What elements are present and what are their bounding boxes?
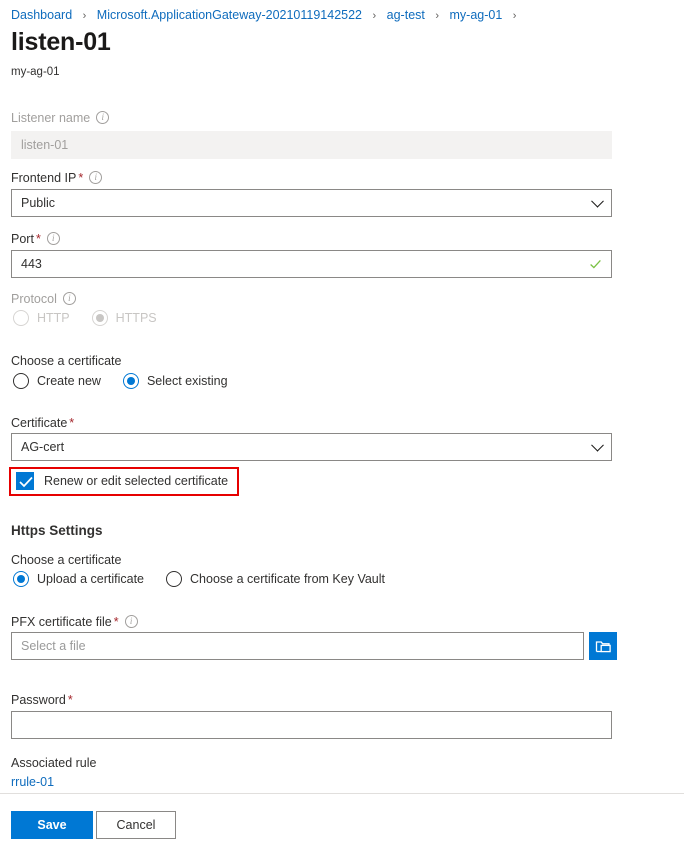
required-marker: * [78, 171, 83, 185]
required-marker: * [68, 693, 73, 707]
breadcrumb-item-resource-group[interactable]: Microsoft.ApplicationGateway-20210119142… [97, 8, 362, 22]
footer-divider [0, 793, 684, 794]
radio-icon [13, 373, 29, 389]
choose-certificate-option-select-existing-label: Select existing [147, 374, 228, 388]
required-marker: * [36, 232, 41, 246]
breadcrumb-item-ag-test[interactable]: ag-test [387, 8, 425, 22]
listener-name-label: Listener name [11, 110, 109, 126]
protocol-option-http: HTTP [13, 310, 70, 326]
radio-icon [92, 310, 108, 326]
protocol-option-https-label: HTTPS [116, 311, 157, 325]
password-input[interactable] [11, 711, 612, 739]
port-value: 443 [21, 251, 42, 277]
password-label: Password* [11, 692, 73, 708]
choose-certificate-option-create-new[interactable]: Create new [13, 373, 101, 389]
required-marker: * [114, 615, 119, 629]
browse-file-button[interactable] [589, 632, 617, 660]
frontend-ip-label: Frontend IP* [11, 170, 102, 186]
https-option-upload-certificate-label: Upload a certificate [37, 572, 144, 586]
breadcrumb-separator: › [83, 10, 87, 22]
breadcrumb: Dashboard › Microsoft.ApplicationGateway… [11, 7, 523, 24]
renew-certificate-checkbox-label: Renew or edit selected certificate [44, 474, 228, 488]
https-settings-heading: Https Settings [11, 523, 103, 538]
checkbox-icon [16, 472, 34, 490]
protocol-option-http-label: HTTP [37, 311, 70, 325]
pfx-file-input[interactable]: Select a file [11, 632, 584, 660]
listener-name-input: listen-01 [11, 131, 612, 159]
certificate-select[interactable]: AG-cert [11, 433, 612, 461]
protocol-radio-group: HTTP HTTPS [13, 310, 157, 326]
breadcrumb-separator: › [435, 10, 439, 22]
info-icon[interactable] [96, 111, 109, 124]
breadcrumb-item-dashboard[interactable]: Dashboard [11, 8, 72, 22]
choose-certificate-label: Choose a certificate [11, 353, 121, 369]
frontend-ip-label-text: Frontend IP [11, 171, 76, 185]
certificate-label: Certificate* [11, 415, 74, 431]
info-icon[interactable] [125, 615, 138, 628]
save-button[interactable]: Save [11, 811, 93, 839]
required-marker: * [69, 416, 74, 430]
associated-rule-label-text: Associated rule [11, 756, 96, 770]
password-label-text: Password [11, 693, 66, 707]
protocol-option-https: HTTPS [92, 310, 157, 326]
folder-icon [595, 639, 612, 654]
associated-rule-link[interactable]: rrule-01 [11, 775, 54, 789]
valid-check-icon [589, 258, 602, 271]
choose-certificate-label-text: Choose a certificate [11, 354, 121, 368]
breadcrumb-separator: › [513, 10, 517, 22]
cancel-button[interactable]: Cancel [96, 811, 176, 839]
listener-name-value: listen-01 [21, 132, 68, 158]
certificate-value: AG-cert [21, 434, 64, 460]
https-option-key-vault[interactable]: Choose a certificate from Key Vault [166, 571, 385, 587]
choose-certificate-radio-group: Create new Select existing [13, 373, 228, 389]
breadcrumb-item-my-ag-01[interactable]: my-ag-01 [450, 8, 503, 22]
pfx-file-label: PFX certificate file* [11, 614, 138, 630]
page-subtitle: my-ag-01 [11, 64, 60, 80]
frontend-ip-value: Public [21, 190, 55, 216]
radio-icon [166, 571, 182, 587]
info-icon[interactable] [89, 171, 102, 184]
radio-icon [13, 310, 29, 326]
certificate-label-text: Certificate [11, 416, 67, 430]
https-option-upload-certificate[interactable]: Upload a certificate [13, 571, 144, 587]
port-label-text: Port [11, 232, 34, 246]
https-choose-certificate-radio-group: Upload a certificate Choose a certificat… [13, 571, 385, 587]
associated-rule-label: Associated rule [11, 755, 96, 771]
listener-name-label-text: Listener name [11, 111, 90, 125]
https-option-key-vault-label: Choose a certificate from Key Vault [190, 572, 385, 586]
chevron-down-icon [591, 439, 604, 452]
chevron-down-icon [591, 195, 604, 208]
port-input[interactable]: 443 [11, 250, 612, 278]
https-choose-certificate-label-text: Choose a certificate [11, 553, 121, 567]
frontend-ip-select[interactable]: Public [11, 189, 612, 217]
choose-certificate-option-create-new-label: Create new [37, 374, 101, 388]
https-choose-certificate-label: Choose a certificate [11, 552, 121, 568]
pfx-file-placeholder: Select a file [21, 633, 86, 659]
page-title: listen-01 [11, 26, 111, 58]
pfx-file-label-text: PFX certificate file [11, 615, 112, 629]
checkmark-icon [19, 476, 33, 488]
info-icon[interactable] [47, 232, 60, 245]
info-icon[interactable] [63, 292, 76, 305]
breadcrumb-separator: › [373, 10, 377, 22]
choose-certificate-option-select-existing[interactable]: Select existing [123, 373, 228, 389]
renew-certificate-checkbox[interactable]: Renew or edit selected certificate [16, 472, 228, 490]
radio-icon [123, 373, 139, 389]
radio-icon [13, 571, 29, 587]
protocol-label: Protocol [11, 291, 76, 307]
protocol-label-text: Protocol [11, 292, 57, 306]
listener-settings-page: Dashboard › Microsoft.ApplicationGateway… [0, 0, 684, 848]
port-label: Port* [11, 231, 60, 247]
